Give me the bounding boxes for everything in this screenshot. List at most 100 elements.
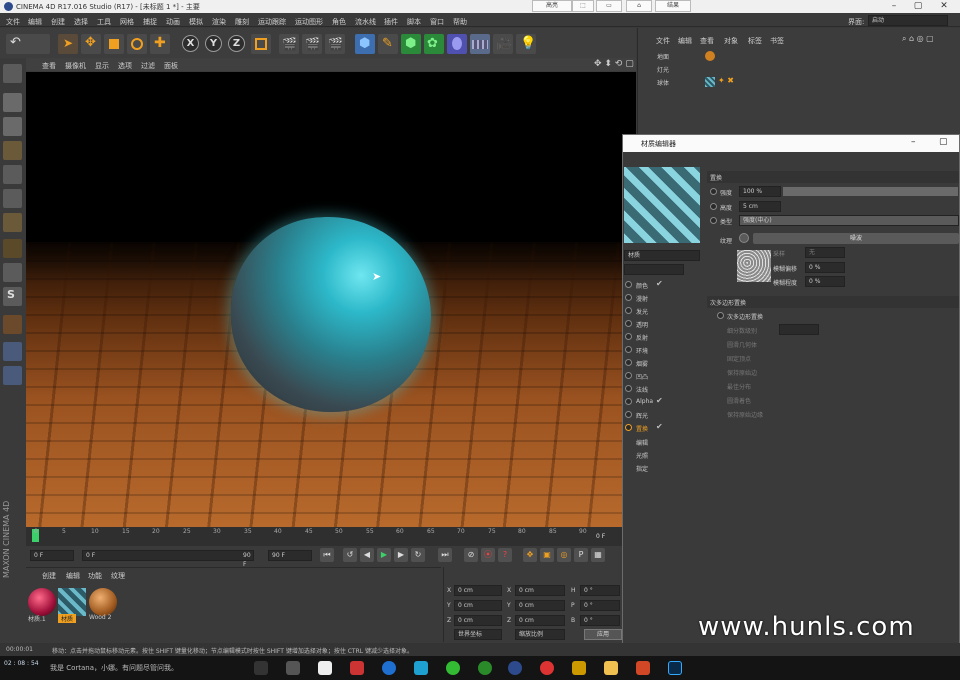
channel-glow[interactable]: 辉光 (623, 408, 705, 421)
maximize-icon[interactable]: ▢ (906, 0, 930, 12)
move-tool[interactable]: ✥ (81, 34, 101, 54)
channel-environment[interactable]: 环境 (623, 343, 705, 356)
tweak-button[interactable] (3, 263, 22, 282)
key-pla-icon[interactable]: ▦ (591, 548, 605, 562)
subpoly-level-field[interactable] (779, 324, 819, 335)
viewport-menu-options[interactable]: 选项 (118, 61, 132, 71)
channel-alpha[interactable]: Alpha ✔ (623, 395, 705, 408)
app-icon[interactable] (286, 661, 300, 675)
pos-z-field[interactable]: 0 cm (454, 615, 502, 626)
prev-key-icon[interactable]: ↺ (343, 548, 357, 562)
texture-mode-button[interactable] (3, 117, 22, 136)
pos-y-field[interactable]: 0 cm (454, 600, 502, 611)
blur-offset-field[interactable]: 0 % (805, 262, 845, 273)
minimize-icon[interactable]: – (882, 0, 906, 12)
go-to-start-icon[interactable]: ⏮ (320, 548, 334, 562)
x-axis-toggle[interactable]: X (182, 35, 199, 52)
chat-icon[interactable] (414, 661, 428, 675)
render-settings-button[interactable]: 🎬 (325, 34, 345, 54)
locked-workplane-button[interactable] (3, 342, 22, 361)
material-menu-texture[interactable]: 纹理 (111, 571, 125, 581)
layout-button-2[interactable]: ▭ (596, 0, 622, 12)
maximize-icon[interactable]: ▢ (939, 137, 948, 147)
tag-icons[interactable]: ✦ ✖ (718, 76, 734, 85)
material-name-input[interactable] (624, 264, 684, 275)
displaced-sphere[interactable] (231, 217, 431, 412)
key-rotation-icon[interactable]: ◎ (557, 548, 571, 562)
coordinate-system-button[interactable] (251, 34, 271, 54)
channel-luminance[interactable]: 发光 (623, 304, 705, 317)
menu-select[interactable]: 选择 (74, 17, 88, 27)
powerpoint-icon[interactable] (636, 661, 650, 675)
browser2-icon[interactable] (478, 661, 492, 675)
result-button[interactable]: 结果 (655, 0, 691, 12)
folder-icon[interactable] (604, 661, 618, 675)
subpoly-section-header[interactable]: 次多边形置换 (707, 296, 959, 308)
menu-edit[interactable]: 编辑 (28, 17, 42, 27)
menu-script[interactable]: 脚本 (407, 17, 421, 27)
channel-fog[interactable]: 烟雾 (623, 356, 705, 369)
checkbox-checked-icon[interactable]: ✔ (656, 279, 663, 288)
material-swatch-3[interactable] (89, 588, 117, 616)
layout-button-1[interactable]: ⬚ (572, 0, 594, 12)
material-menu-create[interactable]: 创建 (42, 571, 56, 581)
object-menu-edit[interactable]: 编辑 (678, 36, 692, 46)
material-tag-icon[interactable] (705, 77, 715, 87)
cortana-search[interactable]: 我是 Cortana，小娜。有问题尽管问我。 (50, 663, 178, 673)
material-name-field[interactable]: 材质 (624, 250, 700, 261)
wechat-icon[interactable] (446, 661, 460, 675)
channel-color[interactable]: 颜色 ✔ (623, 278, 705, 291)
checkbox-checked-icon[interactable]: ✔ (656, 396, 663, 405)
rotate-tool[interactable] (127, 34, 147, 54)
viewport-menu-camera[interactable]: 摄像机 (65, 61, 86, 71)
checkbox-checked-icon[interactable]: ✔ (656, 422, 663, 431)
blur-scale-field[interactable]: 0 % (805, 276, 845, 287)
home-button[interactable]: ⌂ (626, 0, 652, 12)
subdivision-button[interactable]: ⬢ (401, 34, 421, 54)
next-frame-icon[interactable]: ▶ (394, 548, 408, 562)
viewport[interactable]: ➤ (26, 72, 636, 527)
coord-mode-select[interactable]: 世界坐标 (454, 629, 502, 640)
record-icon[interactable]: ⊘ (464, 548, 478, 562)
autokey-icon[interactable]: ⦿ (481, 548, 495, 562)
menu-create[interactable]: 创建 (51, 17, 65, 27)
menu-window[interactable]: 窗口 (430, 17, 444, 27)
menu-plugins[interactable]: 插件 (384, 17, 398, 27)
texture-menu-icon[interactable] (739, 233, 749, 243)
type-select[interactable]: 强度(中心) (739, 215, 959, 226)
search-icon[interactable]: ⌕ ⌂ ◎ ▢ (902, 34, 934, 44)
size-y-field[interactable]: 0 cm (515, 600, 565, 611)
object-menu-bookmark[interactable]: 书签 (770, 36, 784, 46)
channel-bump[interactable]: 凹凸 (623, 369, 705, 382)
menu-sculpt[interactable]: 雕刻 (235, 17, 249, 27)
channel-diffuse[interactable]: 漫射 (623, 291, 705, 304)
floor-button[interactable] (470, 34, 490, 54)
material-tag-icon[interactable] (705, 51, 715, 61)
channel-displacement[interactable]: 置换 ✔ (623, 421, 705, 434)
close-icon[interactable]: ✕ (932, 0, 956, 12)
viewport-menu-view[interactable]: 查看 (42, 61, 56, 71)
texture-button[interactable]: 噪波 (753, 233, 959, 244)
menu-character[interactable]: 角色 (332, 17, 346, 27)
menu-mesh[interactable]: 网格 (120, 17, 134, 27)
edge-icon[interactable] (382, 661, 396, 675)
height-field[interactable]: 5 cm (739, 201, 781, 212)
next-key-icon[interactable]: ↻ (411, 548, 425, 562)
array-button[interactable]: ✿ (424, 34, 444, 54)
task-view-icon[interactable] (254, 661, 268, 675)
material-preview[interactable] (624, 167, 700, 243)
make-editable-button[interactable] (3, 64, 22, 83)
live-select-tool[interactable]: ✚ (150, 34, 170, 54)
editor-section-assign[interactable]: 指定 (636, 464, 648, 473)
channel-normal[interactable]: 法线 (623, 382, 705, 395)
object-menu-tag[interactable]: 标签 (748, 36, 762, 46)
object-menu-view[interactable]: 查看 (700, 36, 714, 46)
browser-icon[interactable] (318, 661, 332, 675)
apply-button[interactable]: 应用 (584, 629, 622, 640)
rot-p-field[interactable]: 0 ° (580, 600, 620, 611)
menu-pipeline[interactable]: 流水线 (355, 17, 376, 27)
object-menu-object[interactable]: 对象 (724, 36, 738, 46)
rot-h-field[interactable]: 0 ° (580, 585, 620, 596)
viewport-nav-icon[interactable]: ✥ ⬍ ⟲ ▢ (594, 59, 634, 69)
polygons-mode-button[interactable] (3, 213, 22, 232)
